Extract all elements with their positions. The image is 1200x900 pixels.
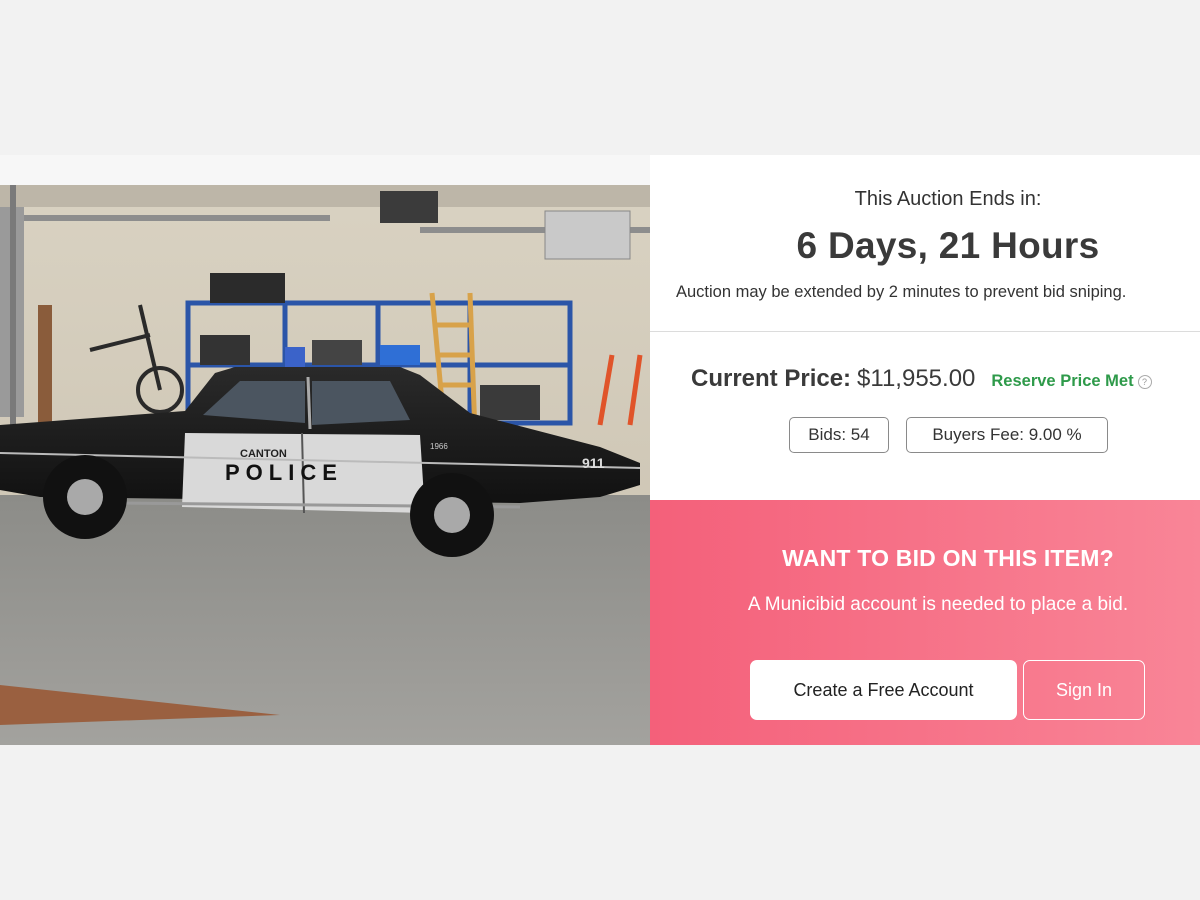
auction-panel: This Auction Ends in: 6 Days, 21 Hours A…: [650, 155, 1200, 745]
auction-ends-label: This Auction Ends in:: [854, 188, 1042, 210]
divider: [650, 331, 1200, 332]
current-price-value: $11,955.00: [857, 365, 976, 392]
reserve-status: Reserve Price Met: [991, 372, 1134, 390]
extension-note: Auction may be extended by 2 minutes to …: [676, 283, 1127, 301]
cta-title: WANT TO BID ON THIS ITEM?: [782, 545, 1114, 571]
fender-year: 1966: [430, 442, 448, 451]
bid-cta-banner: WANT TO BID ON THIS ITEM? A Municibid ac…: [650, 500, 1200, 745]
vehicle-photo[interactable]: CANTON POLICE 911 1966: [0, 185, 650, 745]
current-price-row: Current Price: $11,955.00 Reserve Price …: [691, 365, 1152, 393]
door-text: CANTON: [240, 448, 287, 460]
fender-number: 911: [582, 455, 605, 471]
cta-subtitle: A Municibid account is needed to place a…: [747, 594, 1129, 615]
side-text: POLICE: [225, 460, 343, 485]
buyers-fee-badge: Buyers Fee: 9.00 %: [906, 417, 1108, 453]
current-price-label: Current Price:: [691, 365, 852, 392]
info-icon[interactable]: ?: [1137, 375, 1152, 389]
create-account-button[interactable]: Create a Free Account: [750, 660, 1017, 720]
bids-badge[interactable]: Bids: 54: [789, 417, 889, 453]
sign-in-button[interactable]: Sign In: [1023, 660, 1145, 720]
auction-listing: CANTON POLICE 911 1966 This Auction Ends…: [0, 155, 1200, 745]
auction-countdown: 6 Days, 21 Hours: [796, 225, 1100, 266]
police-car-image: CANTON POLICE 911 1966: [0, 185, 650, 745]
